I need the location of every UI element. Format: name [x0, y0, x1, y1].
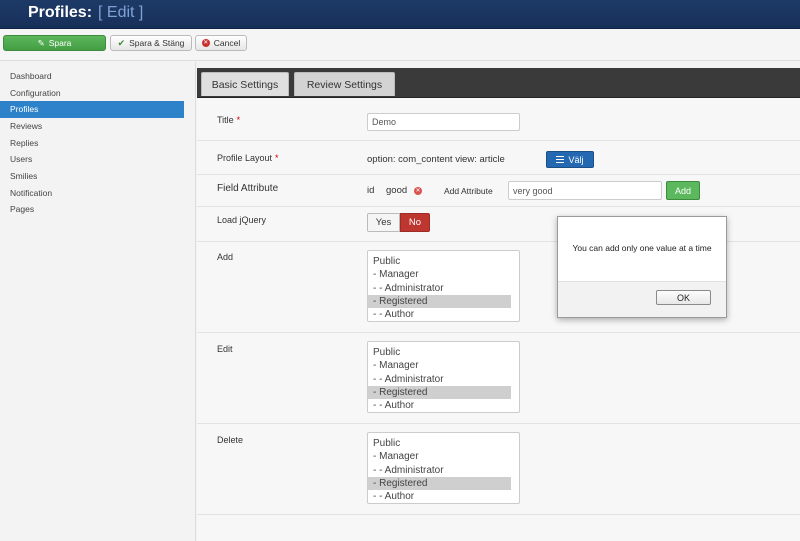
sidebar-item-users[interactable]: Users	[0, 151, 184, 168]
attribute-input[interactable]: very good	[508, 181, 662, 200]
list-item[interactable]: - Manager	[368, 268, 511, 281]
add-permission-label: Add	[217, 252, 234, 262]
check-icon: ✔	[117, 37, 126, 48]
field-attribute-label: Field Attribute	[217, 183, 279, 194]
select-layout-button[interactable]: Välj	[546, 151, 594, 168]
edit-permission-label: Edit	[217, 344, 233, 354]
cancel-button[interactable]: ✕ Cancel	[195, 35, 247, 51]
delete-groups-select[interactable]: Public - Manager - - Administrator - Reg…	[367, 432, 520, 504]
list-item[interactable]: - Registered	[368, 385, 511, 400]
title-label: Title *	[217, 115, 241, 125]
cancel-icon: ✕	[201, 39, 210, 47]
list-item[interactable]: - - Author	[368, 399, 511, 412]
save-button[interactable]: ✎ Spara	[3, 35, 106, 51]
delete-permission-label: Delete	[217, 435, 244, 445]
sidebar-item-smilies[interactable]: Smilies	[0, 168, 184, 185]
list-item[interactable]: - - Administrator	[368, 282, 511, 295]
page-title: Profiles:[ Edit ]	[28, 4, 144, 21]
tab-review-settings[interactable]: Review Settings	[294, 72, 395, 96]
alert-message: You can add only one value at a time	[572, 243, 712, 253]
attribute-key: id	[367, 185, 375, 196]
list-item[interactable]: - Registered	[368, 294, 511, 309]
edit-icon: ✎	[37, 37, 45, 48]
required-mark: *	[275, 153, 279, 163]
remove-attribute-icon[interactable]: ✕	[414, 187, 422, 195]
list-item[interactable]: - - Author	[368, 490, 511, 503]
profile-layout-label: Profile Layout *	[217, 153, 279, 163]
alert-footer: OK	[558, 281, 726, 317]
list-item[interactable]: - - Administrator	[368, 373, 511, 386]
divider	[197, 174, 800, 175]
list-item[interactable]: Public	[368, 255, 511, 268]
list-item[interactable]: - - Author	[368, 308, 511, 321]
sidebar-item-configuration[interactable]: Configuration	[0, 85, 184, 102]
add-groups-select[interactable]: Public - Manager - - Administrator - Reg…	[367, 250, 520, 322]
divider	[197, 140, 800, 141]
list-item[interactable]: - Registered	[368, 476, 511, 491]
ok-button[interactable]: OK	[656, 290, 711, 305]
required-mark: *	[236, 115, 241, 125]
sidebar: Dashboard Configuration Profiles Reviews…	[0, 62, 196, 541]
sidebar-item-replies[interactable]: Replies	[0, 135, 184, 152]
list-icon	[556, 156, 565, 163]
profile-layout-value: option: com_content view: article	[367, 154, 505, 165]
sidebar-item-profiles[interactable]: Profiles	[0, 101, 184, 118]
add-attribute-button[interactable]: Add	[666, 181, 700, 200]
title-input[interactable]: Demo	[367, 113, 520, 131]
sidebar-item-dashboard[interactable]: Dashboard	[0, 68, 184, 85]
sidebar-item-pages[interactable]: Pages	[0, 201, 184, 218]
divider	[197, 423, 800, 424]
tab-bar: Basic Settings Review Settings	[197, 68, 800, 98]
load-jquery-label: Load jQuery	[217, 215, 267, 225]
divider	[197, 332, 800, 333]
alert-dialog: You can add only one value at a time OK	[557, 216, 727, 318]
list-item[interactable]: Public	[368, 437, 511, 450]
page-subtitle: [ Edit ]	[98, 4, 144, 21]
header-bar: Profiles:[ Edit ]	[0, 0, 800, 29]
list-item[interactable]: Public	[368, 346, 511, 359]
list-item[interactable]: - - Administrator	[368, 464, 511, 477]
add-attribute-label: Add Attribute	[444, 186, 493, 196]
edit-groups-select[interactable]: Public - Manager - - Administrator - Reg…	[367, 341, 520, 413]
save-close-button[interactable]: ✔ Spara & Stäng	[110, 35, 192, 51]
attribute-value: good	[386, 185, 408, 196]
list-item[interactable]: - Manager	[368, 450, 511, 463]
sidebar-item-reviews[interactable]: Reviews	[0, 118, 184, 135]
list-item[interactable]: - Manager	[368, 359, 511, 372]
sidebar-item-notification[interactable]: Notification	[0, 185, 184, 202]
tab-basic-settings[interactable]: Basic Settings	[201, 72, 289, 96]
divider	[197, 514, 800, 515]
jquery-no-button[interactable]: No	[400, 213, 430, 232]
jquery-yes-button[interactable]: Yes	[367, 213, 400, 232]
toolbar: ✎ Spara ✔ Spara & Stäng ✕ Cancel	[0, 29, 800, 61]
divider	[197, 206, 800, 207]
